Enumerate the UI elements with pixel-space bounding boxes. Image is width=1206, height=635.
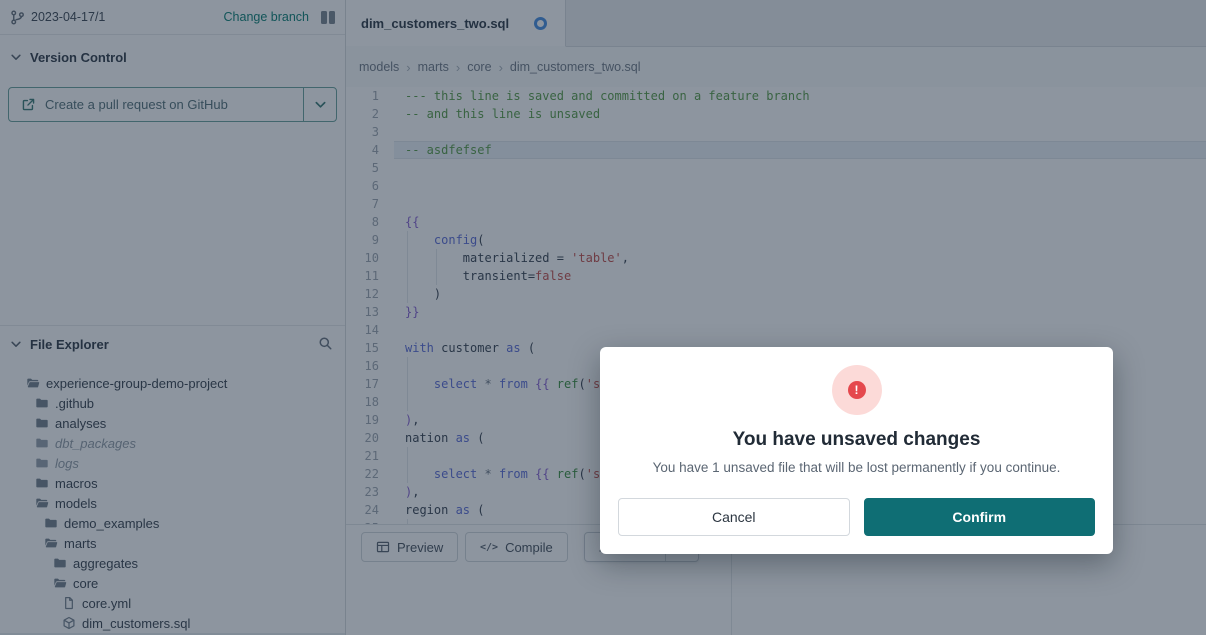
cancel-button[interactable]: Cancel bbox=[618, 498, 850, 536]
modal-buttons: Cancel Confirm bbox=[600, 498, 1113, 536]
modal-title: You have unsaved changes bbox=[600, 429, 1113, 451]
modal-body: You have 1 unsaved file that will be los… bbox=[600, 460, 1113, 475]
exclamation-icon: ! bbox=[848, 381, 866, 399]
confirm-button[interactable]: Confirm bbox=[864, 498, 1096, 536]
unsaved-changes-modal: ! You have unsaved changes You have 1 un… bbox=[600, 347, 1113, 554]
warning-icon: ! bbox=[832, 365, 882, 415]
